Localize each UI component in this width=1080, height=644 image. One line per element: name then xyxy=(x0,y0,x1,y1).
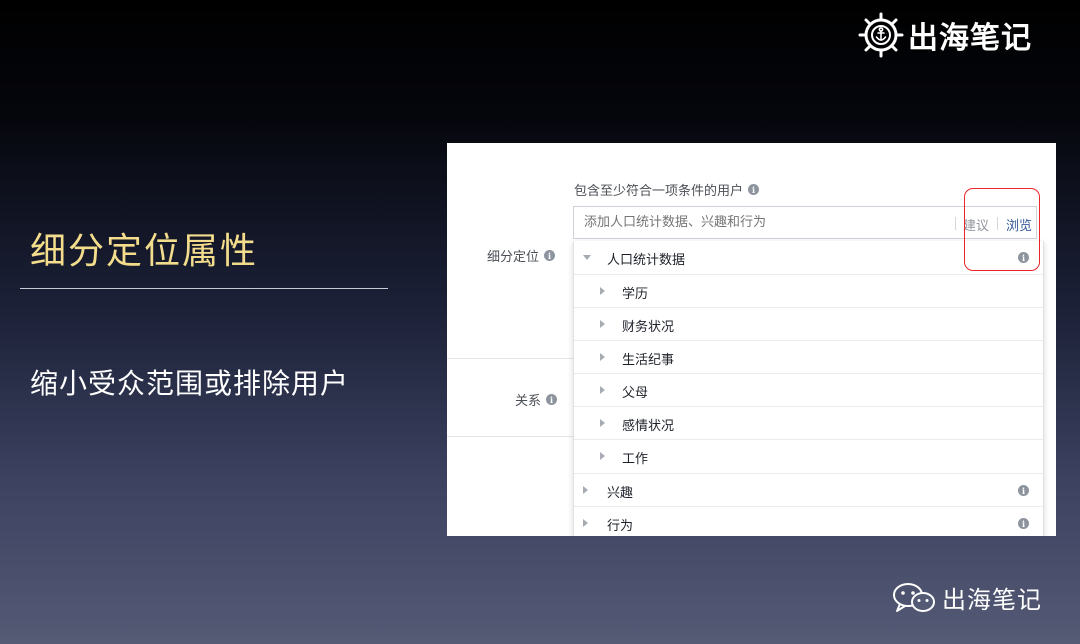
category-label: 行为 xyxy=(607,519,634,534)
subcategory-work[interactable]: 工作 xyxy=(574,439,1043,472)
footer-brand-name: 出海笔记 xyxy=(942,586,1042,614)
browse-highlight-annotation xyxy=(964,188,1040,271)
category-label: 兴趣 xyxy=(607,486,634,501)
targeting-search-input[interactable] xyxy=(584,215,924,230)
slide-title: 细分定位属性 xyxy=(30,231,259,272)
section-divider xyxy=(447,436,573,437)
wechat-brand: 出海笔记 xyxy=(892,580,1042,615)
title-divider xyxy=(20,288,388,289)
chevron-right-icon xyxy=(600,287,605,295)
browse-dropdown: 人口统计数据 i 学历 财务状况 生活纪事 父母 感情状况 工作 兴趣 i 行为… xyxy=(573,241,1044,536)
chevron-right-icon xyxy=(600,419,605,427)
subcategory-label: 财务状况 xyxy=(622,320,675,335)
category-label: 人口统计数据 xyxy=(607,253,686,268)
relationship-label: 关系 i xyxy=(515,390,558,409)
chevron-right-icon xyxy=(600,452,605,460)
ship-wheel-anchor-icon xyxy=(858,12,904,58)
section-divider xyxy=(447,358,573,359)
subcategory-label: 生活纪事 xyxy=(622,353,675,368)
chevron-right-icon xyxy=(583,519,588,527)
info-icon[interactable]: i xyxy=(544,250,556,261)
chevron-right-icon xyxy=(583,486,588,494)
chevron-right-icon xyxy=(600,386,605,394)
include-condition-label: 包含至少符合一项条件的用户 xyxy=(574,184,744,199)
subcategory-parents[interactable]: 父母 xyxy=(574,373,1043,406)
subcategory-label: 感情状况 xyxy=(622,419,675,434)
info-icon[interactable]: i xyxy=(1018,485,1029,496)
chevron-down-icon xyxy=(583,255,591,260)
info-icon[interactable]: i xyxy=(748,184,760,195)
slide-subtitle: 缩小受众范围或排除用户 xyxy=(30,367,350,400)
brand-name: 出海笔记 xyxy=(908,21,1032,56)
chevron-right-icon xyxy=(600,320,605,328)
subcategory-financial[interactable]: 财务状况 xyxy=(574,307,1043,340)
include-condition-text: 包含至少符合一项条件的用户 i xyxy=(574,180,760,199)
subcategory-life-events[interactable]: 生活纪事 xyxy=(574,340,1043,373)
brand-logo: 出海笔记 xyxy=(858,12,1032,58)
wechat-icon xyxy=(893,582,935,612)
subcategory-label: 学历 xyxy=(622,287,649,302)
divider xyxy=(955,217,956,230)
chevron-right-icon xyxy=(600,353,605,361)
subcategory-relationship[interactable]: 感情状况 xyxy=(574,406,1043,439)
subcategory-label: 工作 xyxy=(622,452,649,467)
relationship-text: 关系 xyxy=(515,394,542,409)
detailed-targeting-label: 细分定位 i xyxy=(487,246,556,265)
subcategory-label: 父母 xyxy=(622,386,649,401)
info-icon[interactable]: i xyxy=(546,394,558,405)
category-interests[interactable]: 兴趣 i xyxy=(574,473,1043,506)
subcategory-education[interactable]: 学历 xyxy=(574,274,1043,307)
category-behaviors[interactable]: 行为 i xyxy=(574,506,1043,536)
detailed-targeting-text: 细分定位 xyxy=(487,250,540,265)
info-icon[interactable]: i xyxy=(1018,518,1029,529)
